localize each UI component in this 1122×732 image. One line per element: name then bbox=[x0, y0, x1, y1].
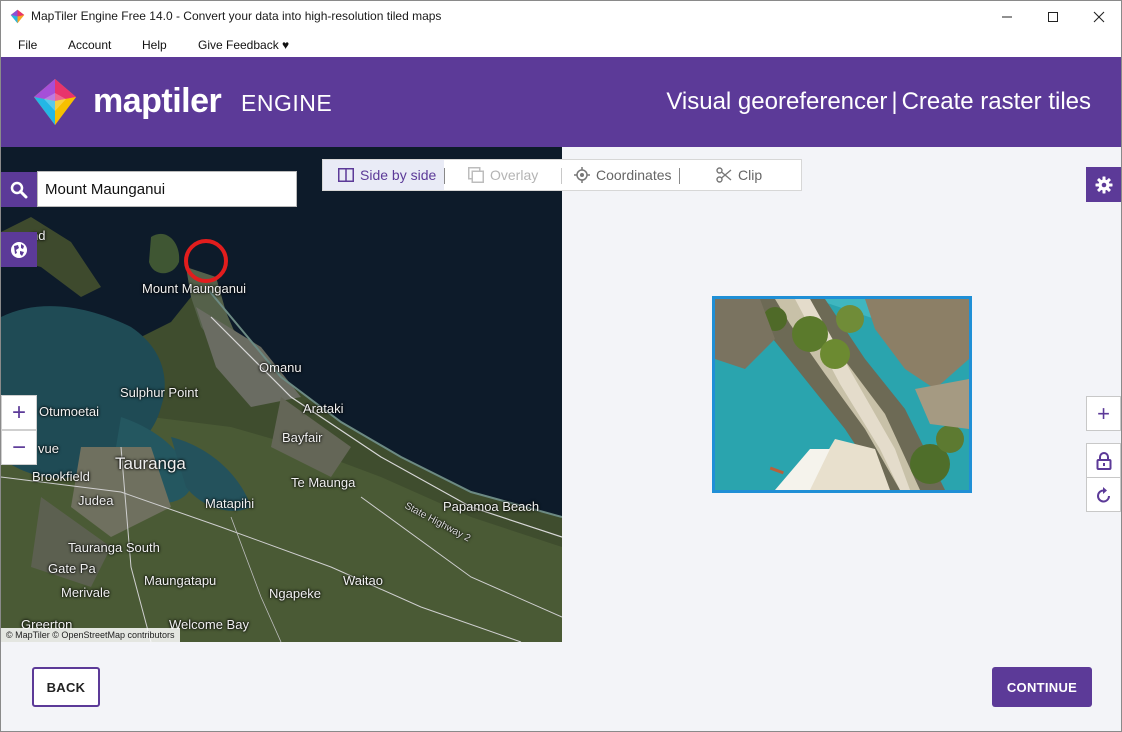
page-title-separator: | bbox=[891, 88, 898, 115]
tab-overlay[interactable]: Overlay bbox=[468, 160, 538, 190]
window-title: MapTiler Engine Free 14.0 - Convert your… bbox=[31, 9, 442, 23]
menu-give-feedback[interactable]: Give Feedback ♥ bbox=[198, 38, 289, 52]
map-label: Brookfield bbox=[32, 469, 90, 484]
lock-icon bbox=[1096, 451, 1111, 470]
map-label: Tauranga South bbox=[68, 540, 160, 555]
image-rotate-button[interactable] bbox=[1086, 477, 1121, 512]
location-marker bbox=[184, 239, 228, 283]
page-title-process: Create raster tiles bbox=[901, 88, 1091, 115]
map-label: Matapihi bbox=[205, 496, 255, 511]
close-icon bbox=[1093, 11, 1105, 22]
page-title-step: Visual georeferencer bbox=[666, 88, 888, 115]
app-header: maptiler ENGINE Visual georeferencer | Cre… bbox=[1, 57, 1121, 147]
logo-wordmark: maptiler bbox=[93, 82, 222, 120]
gear-icon bbox=[1095, 176, 1112, 193]
map-label: Welcome Bay bbox=[169, 617, 249, 632]
reference-map[interactable]: Mount Maunganui Omanu Sulphur Point Otum… bbox=[1, 147, 562, 642]
tab-overlay-label: Overlay bbox=[490, 167, 539, 183]
tab-side-by-side-label: Side by side bbox=[360, 167, 437, 183]
map-label: Tauranga bbox=[115, 454, 186, 473]
page-title: Visual georeferencer | Create raster tiles bbox=[666, 88, 1091, 116]
source-image-preview[interactable] bbox=[712, 296, 972, 493]
overlay-icon bbox=[468, 167, 484, 183]
image-lock-button[interactable] bbox=[1086, 443, 1121, 478]
settings-button[interactable] bbox=[1086, 167, 1121, 202]
map-label: Te Maunga bbox=[291, 475, 356, 490]
main-content: Mount Maunganui Omanu Sulphur Point Otum… bbox=[1, 147, 1121, 731]
map-search-input[interactable] bbox=[37, 171, 297, 207]
map-label: Otumoetai bbox=[39, 404, 99, 419]
map-attribution[interactable]: © MapTiler © OpenStreetMap contributors bbox=[1, 628, 180, 642]
map-label: vue bbox=[38, 441, 59, 456]
menu-account[interactable]: Account bbox=[68, 38, 111, 52]
image-zoom-in-button[interactable]: + bbox=[1086, 396, 1121, 431]
map-zoom-out-button[interactable]: − bbox=[1, 430, 37, 465]
toolbar-divider bbox=[444, 168, 445, 184]
map-label: Omanu bbox=[259, 360, 302, 375]
side-by-side-icon bbox=[338, 168, 354, 182]
maptiler-logo-icon bbox=[34, 79, 76, 125]
tab-coordinates[interactable]: Coordinates bbox=[574, 160, 672, 190]
toolbar-divider bbox=[679, 168, 680, 184]
map-label: Sulphur Point bbox=[120, 385, 199, 400]
crosshair-icon bbox=[574, 167, 590, 183]
tab-coordinates-label: Coordinates bbox=[596, 167, 672, 183]
map-layer-button[interactable] bbox=[1, 232, 37, 267]
globe-icon bbox=[11, 241, 27, 258]
map-label: Maungatapu bbox=[144, 573, 217, 588]
maximize-button[interactable] bbox=[1030, 1, 1076, 32]
map-label: Papamoa Beach bbox=[443, 499, 540, 514]
maximize-icon bbox=[1048, 11, 1058, 22]
map-search-button[interactable] bbox=[1, 172, 37, 207]
map-label: Waitao bbox=[343, 573, 383, 588]
map-zoom-in-button[interactable]: + bbox=[1, 395, 37, 430]
app-window: MapTiler Engine Free 14.0 - Convert your… bbox=[0, 0, 1122, 732]
menu-file[interactable]: File bbox=[18, 38, 37, 52]
map-label: Bayfair bbox=[282, 430, 323, 445]
map-label: Ngapeke bbox=[269, 586, 322, 601]
search-icon bbox=[10, 181, 28, 198]
map-label: Arataki bbox=[303, 401, 344, 416]
minimize-icon bbox=[1002, 16, 1012, 17]
map-label: Merivale bbox=[61, 585, 111, 600]
view-mode-toolbar: Side by side Overlay Coordinates Clip bbox=[322, 159, 802, 191]
map-label: Judea bbox=[78, 493, 114, 508]
close-button[interactable] bbox=[1076, 1, 1122, 32]
tab-clip-label: Clip bbox=[738, 167, 763, 183]
minimize-button[interactable] bbox=[984, 1, 1030, 32]
logo-engine-text: ENGINE bbox=[241, 90, 333, 116]
map-label: Gate Pa bbox=[48, 561, 96, 576]
scissors-icon bbox=[716, 167, 732, 183]
menu-help[interactable]: Help bbox=[142, 38, 167, 52]
maptiler-app-icon bbox=[10, 9, 25, 24]
back-button[interactable]: BACK bbox=[32, 667, 100, 707]
toolbar-divider bbox=[561, 168, 562, 184]
rotate-icon bbox=[1096, 486, 1110, 502]
menu-bar: File Account Help Give Feedback ♥ bbox=[1, 32, 1121, 57]
title-bar: MapTiler Engine Free 14.0 - Convert your… bbox=[1, 1, 1121, 32]
continue-button[interactable]: CONTINUE bbox=[992, 667, 1092, 707]
tab-side-by-side[interactable]: Side by side bbox=[323, 160, 444, 190]
map-label: Mount Maunganui bbox=[142, 281, 247, 296]
tab-clip[interactable]: Clip bbox=[716, 160, 762, 190]
aerial-photo bbox=[715, 299, 969, 490]
